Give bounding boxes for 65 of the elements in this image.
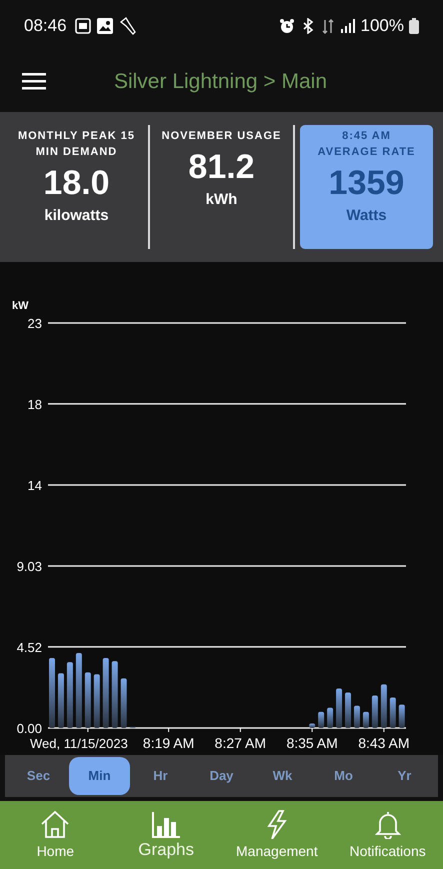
alarm-icon	[278, 18, 295, 34]
battery-icon	[409, 18, 419, 34]
house-icon	[39, 809, 72, 839]
bar	[398, 704, 405, 728]
timescale-tab[interactable]: Hr	[130, 757, 191, 795]
bar	[309, 724, 316, 728]
x-tick-label: 8:35 AM	[286, 735, 338, 751]
bar	[354, 706, 360, 728]
flashlight-icon	[118, 17, 136, 35]
status-time: 08:46	[24, 15, 67, 38]
bar	[49, 658, 55, 728]
bar	[318, 712, 324, 728]
stat-value: 1359	[328, 163, 404, 204]
timescale-tab[interactable]: Min	[69, 757, 130, 795]
axis-unit: kW	[12, 300, 28, 312]
bar	[84, 672, 91, 728]
battery-percent: 100%	[360, 15, 404, 38]
y-tick-label: 0.00	[16, 721, 42, 736]
stat-value: 81.2	[188, 147, 255, 188]
stat-value: 18.0	[43, 163, 110, 204]
bar	[58, 673, 64, 728]
bar	[327, 708, 334, 728]
bar	[120, 678, 127, 728]
page-title: Silver Lightning > Main	[112, 69, 328, 96]
bar	[336, 688, 342, 728]
bar	[372, 696, 378, 728]
bar	[94, 674, 100, 728]
timescale-tab[interactable]: Yr	[374, 757, 435, 795]
stat-unit: kWh	[206, 190, 238, 210]
timescale-tab[interactable]: Day	[191, 757, 252, 795]
image-icon	[96, 18, 113, 34]
x-tick-label: 8:19 AM	[142, 735, 194, 751]
timescale-tab[interactable]: Sec	[8, 757, 69, 795]
bar	[345, 692, 351, 728]
bar-chart-icon	[150, 810, 182, 840]
nav-tab[interactable]: Notifications	[332, 803, 443, 867]
bar	[362, 712, 369, 728]
stat-time: 8:45 AM	[342, 129, 391, 144]
bar	[112, 661, 118, 728]
stat-label: NOVEMBER USAGE	[160, 129, 282, 144]
timescale-tab[interactable]: Mo	[313, 757, 374, 795]
nav-tab[interactable]: Home	[0, 803, 111, 867]
y-tick-label: 14	[28, 478, 42, 493]
nav-tab[interactable]: Graphs	[110, 803, 222, 867]
stat-unit: kilowatts	[44, 206, 109, 226]
x-tick-label: 8:43 AM	[358, 735, 410, 751]
menu-button[interactable]	[22, 72, 48, 92]
data-transfer-icon	[320, 18, 335, 34]
x-tick-label: Wed, 11/15/2023	[30, 736, 128, 751]
stat-label: AVERAGE RATE	[316, 145, 416, 160]
y-tick-label: 4.52	[16, 640, 42, 655]
stat-label: MONTHLY PEAK 15 MIN DEMAND	[16, 129, 136, 160]
y-tick-label: 23	[28, 316, 42, 331]
bar	[390, 698, 396, 728]
stat-unit: Watts	[346, 206, 387, 226]
signal-icon	[340, 18, 356, 34]
x-tick-label: 8:27 AM	[214, 735, 266, 751]
bar	[102, 658, 109, 728]
timescale-tab[interactable]: Wk	[252, 757, 313, 795]
nav-tab[interactable]: Management	[222, 803, 332, 867]
y-tick-label: 9.03	[16, 559, 42, 574]
y-tick-label: 18	[28, 396, 42, 412]
bar	[66, 662, 73, 728]
bar	[380, 684, 387, 728]
menu-icon	[22, 72, 46, 90]
